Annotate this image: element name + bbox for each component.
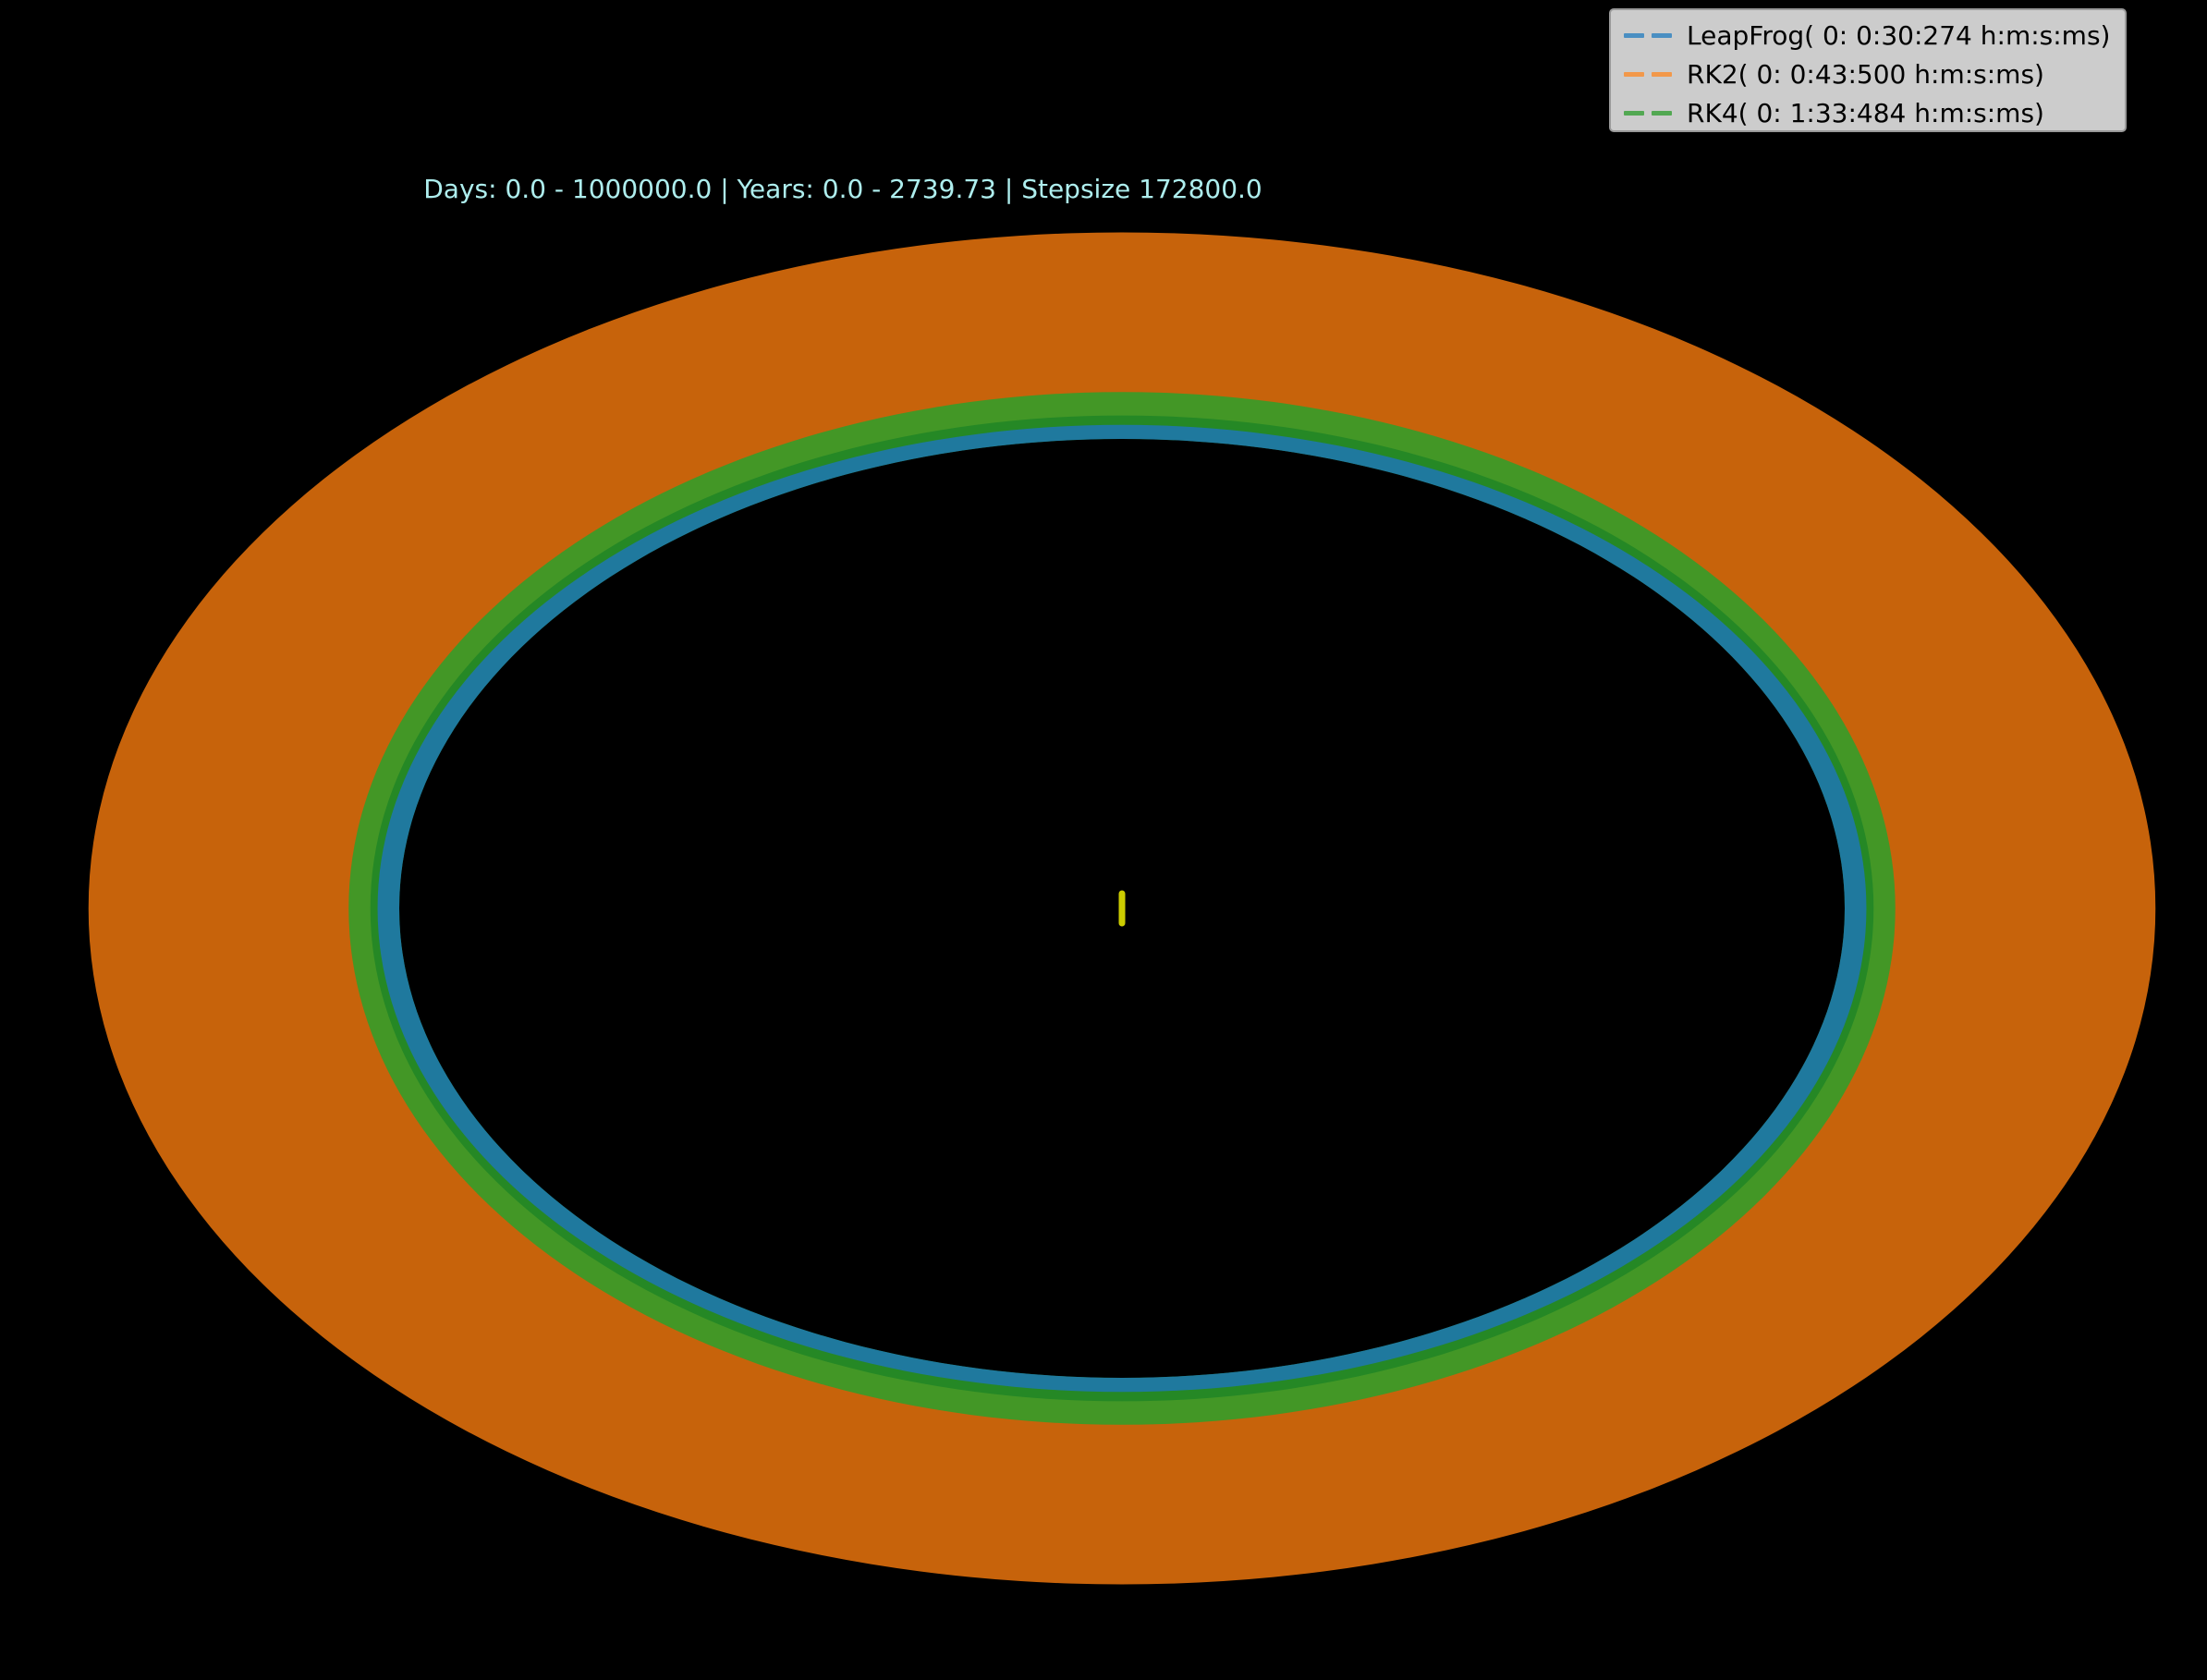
legend-label-rk4: RK4( 0: 1:33:484 h:m:s:ms) [1687, 97, 2044, 128]
legend: LeapFrog( 0: 0:30:274 h:m:s:ms) RK2( 0: … [1609, 8, 2127, 132]
legend-entry-rk2: RK2( 0: 0:43:500 h:m:s:ms) [1611, 55, 2125, 93]
orbit-plot [88, 232, 2156, 1585]
legend-label-leapfrog: LeapFrog( 0: 0:30:274 h:m:s:ms) [1687, 19, 2111, 51]
legend-swatch-rk2 [1620, 55, 1676, 93]
figure: Days: 0.0 - 1000000.0 | Years: 0.0 - 273… [0, 0, 2207, 1680]
legend-entry-leapfrog: LeapFrog( 0: 0:30:274 h:m:s:ms) [1611, 16, 2125, 55]
legend-swatch-leapfrog [1620, 16, 1676, 55]
legend-swatch-rk4 [1620, 93, 1676, 132]
legend-label-rk2: RK2( 0: 0:43:500 h:m:s:ms) [1687, 58, 2044, 90]
legend-entry-rk4: RK4( 0: 1:33:484 h:m:s:ms) [1611, 93, 2125, 132]
plot-title: Days: 0.0 - 1000000.0 | Years: 0.0 - 273… [423, 174, 1262, 204]
